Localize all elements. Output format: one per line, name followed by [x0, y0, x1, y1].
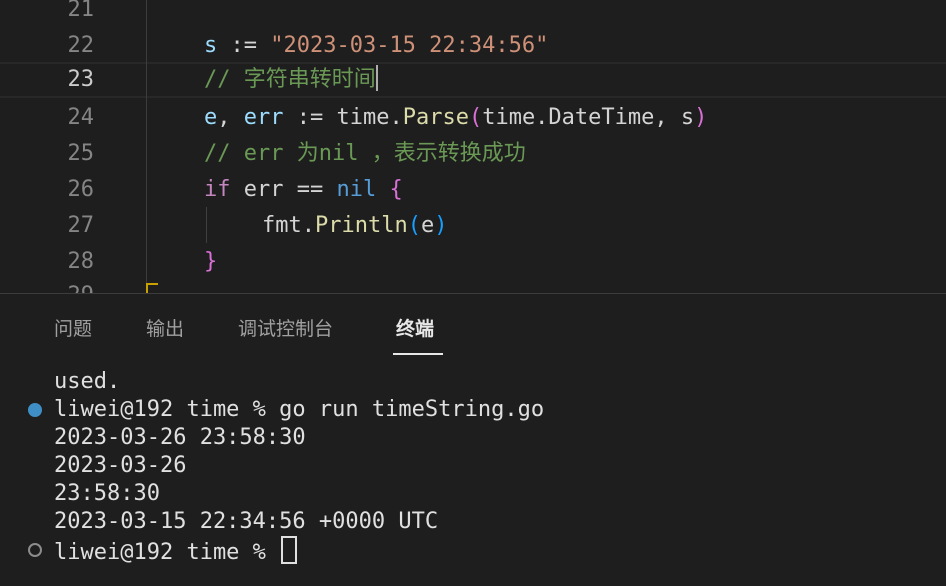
token-func-parse: Parse [402, 105, 469, 130]
indent-guide [206, 207, 207, 243]
code-line-21: 21 [0, 0, 946, 28]
token-paren-close: ) [434, 213, 448, 238]
line-number: 24 [67, 105, 95, 130]
line-number: 21 [67, 0, 95, 22]
token-var-s: s [204, 33, 218, 58]
code-line-25: 25 // err 为nil ，表示转换成功 [0, 136, 946, 172]
bracket-match-marker [146, 283, 158, 293]
code-text: } [204, 244, 217, 280]
token-var-err: err [230, 177, 297, 202]
token-paren-open: ( [407, 213, 421, 238]
token-keyword-if: if [204, 177, 231, 202]
token-pkg-time: time [336, 105, 390, 130]
line-number: 29 [40, 278, 95, 293]
token-arg-datetime: time.DateTime, [482, 105, 681, 130]
tab-debug-console[interactable]: 调试控制台 [238, 316, 333, 342]
terminal[interactable]: used. liwei@192 time % go run timeString… [0, 364, 946, 586]
line-number-active: 23 [67, 67, 95, 92]
token-assign: := [283, 105, 337, 130]
token-eq: == [296, 177, 337, 202]
code-text: // 字符串转时间 [204, 62, 378, 98]
terminal-output-line: 23:58:30 [54, 481, 160, 506]
tab-output[interactable]: 输出 [146, 316, 184, 342]
token-brace-close: } [204, 249, 218, 274]
token-paren-open: ( [468, 105, 483, 130]
terminal-current-prompt[interactable]: liwei@192 time % [54, 536, 298, 567]
code-line-23-current: 23 // 字符串转时间 [0, 62, 946, 98]
terminal-output-line: 2023-03-15 22:34:56 +0000 UTC [54, 509, 439, 534]
tab-terminal[interactable]: 终端 [396, 316, 434, 342]
line-number: 28 [67, 249, 95, 274]
terminal-output-line: 2023-03-26 23:58:30 [54, 425, 306, 450]
token-nil: nil [336, 177, 377, 202]
token-string-literal: "2023-03-15 22:34:56" [270, 33, 549, 58]
line-number: 27 [67, 213, 95, 238]
token-comment: // 字符串转时间 [204, 67, 376, 92]
tab-problems[interactable]: 问题 [54, 316, 92, 342]
token-assign: := [217, 33, 271, 58]
text-caret [375, 65, 378, 91]
token-dot: . [389, 105, 403, 130]
token-comment: // err 为nil ，表示转换成功 [204, 141, 526, 166]
code-text: fmt.Println(e) [262, 208, 447, 244]
token-arg-e: e [420, 213, 435, 238]
code-line-22: 22 s := "2023-03-15 22:34:56" [0, 28, 946, 64]
code-text: // err 为nil ，表示转换成功 [204, 136, 526, 172]
terminal-output-line: 2023-03-26 [54, 453, 187, 478]
terminal-prompt-line: liwei@192 time % go run timeString.go [54, 397, 545, 422]
vscode-window: 21 22 s := "2023-03-15 22:34:56" 23 // 字… [0, 0, 946, 586]
token-comma: , [217, 105, 244, 130]
code-line-29: 29 [0, 278, 946, 293]
line-number: 26 [67, 177, 95, 202]
active-tab-indicator [393, 353, 443, 355]
code-line-24: 24 e, err := time.Parse(time.DateTime, s… [0, 100, 946, 136]
line-number: 25 [67, 141, 95, 166]
code-editor[interactable]: 21 22 s := "2023-03-15 22:34:56" 23 // 字… [0, 0, 946, 293]
token-pkg-fmt: fmt. [262, 213, 315, 238]
code-line-27: 27 fmt.Println(e) [0, 208, 946, 244]
code-line-26: 26 if err == nil { [0, 172, 946, 208]
command-success-dot-icon[interactable] [28, 403, 42, 417]
prompt-text: liwei@192 time % [54, 540, 280, 565]
terminal-line: used. [54, 369, 121, 394]
token-brace-open: { [376, 177, 403, 202]
terminal-cursor [281, 536, 298, 564]
command-pending-dot-icon[interactable] [28, 543, 42, 557]
code-line-28: 28 } [0, 244, 946, 280]
token-arg-s: s [680, 105, 695, 130]
bottom-panel: 问题 输出 调试控制台 终端 used. liwei@192 time % go… [0, 293, 946, 586]
token-var-err: err [243, 105, 284, 130]
panel-tab-bar: 问题 输出 调试控制台 终端 [0, 294, 946, 364]
code-text: if err == nil { [204, 172, 403, 208]
token-func-println: Println [314, 213, 408, 238]
token-paren-close: ) [694, 105, 708, 130]
token-var-e: e [204, 105, 218, 130]
code-text: s := "2023-03-15 22:34:56" [204, 28, 548, 64]
line-number: 22 [67, 33, 95, 58]
code-text: e, err := time.Parse(time.DateTime, s) [204, 100, 707, 136]
gutter-divider [146, 0, 147, 293]
